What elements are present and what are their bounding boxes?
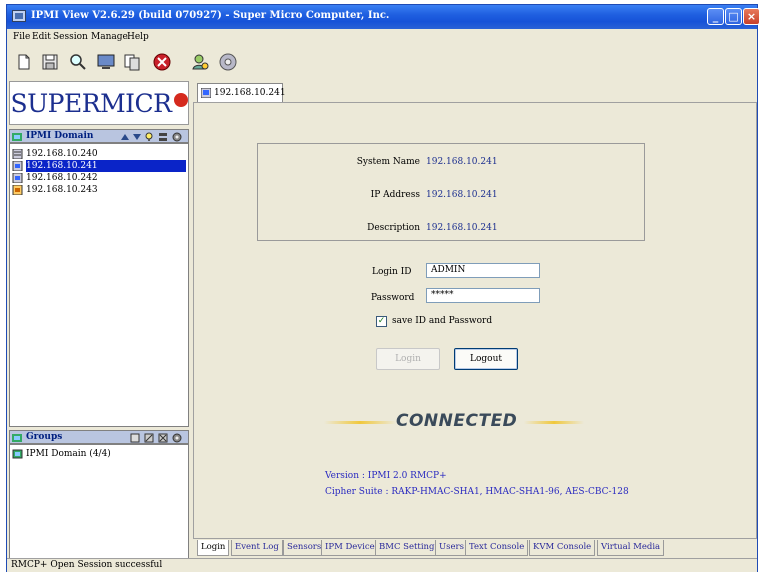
host-label: 192.168.10.242 — [26, 173, 98, 183]
host-label: 192.168.10.240 — [26, 149, 98, 159]
session-tab[interactable]: 192.168.10.241 — [197, 83, 286, 102]
host-item-242[interactable]: 192.168.10.242 — [10, 172, 188, 184]
group-label: IPMI Domain (4/4) — [26, 449, 111, 459]
session-tab-icon — [201, 88, 211, 98]
search-icon[interactable] — [67, 51, 89, 73]
title-bar[interactable]: IPMI View V2.6.29 (build 070927) - Super… — [7, 5, 760, 29]
groups-label: Groups — [26, 432, 63, 442]
tab-event-log[interactable]: Event Log — [231, 540, 283, 556]
disk-icon[interactable] — [217, 51, 239, 73]
tab-ipm-device[interactable]: IPM Device — [321, 540, 379, 556]
version-text: Version : IPMI 2.0 RMCP+ — [325, 471, 447, 481]
app-window: IPMI View V2.6.29 (build 070927) - Super… — [6, 4, 760, 572]
tab-sensors[interactable]: Sensors — [283, 540, 326, 556]
tab-virtual-media[interactable]: Virtual Media — [597, 540, 665, 556]
server-warning-icon — [12, 185, 23, 195]
system-info-box: System Name 192.168.10.241 IP Address 19… — [257, 143, 645, 241]
window-title: IPMI View V2.6.29 (build 070927) - Super… — [31, 10, 390, 21]
tab-bmc-setting[interactable]: BMC Setting — [375, 540, 439, 556]
connected-line-right — [524, 421, 584, 424]
menu-session[interactable]: Session — [53, 32, 88, 42]
host-item-240[interactable]: 192.168.10.240 — [10, 148, 188, 160]
ipmi-domain-label: IPMI Domain — [26, 131, 94, 141]
close-button[interactable]: × — [743, 8, 760, 25]
edit-group-icon[interactable] — [144, 433, 154, 443]
ipmi-domain-header: IPMI Domain — [9, 129, 189, 143]
group-item[interactable]: IPMI Domain (4/4) — [10, 448, 188, 460]
add-group-icon[interactable] — [130, 433, 140, 443]
save-icon[interactable] — [39, 51, 61, 73]
session-tab-label: 192.168.10.241 — [214, 88, 286, 98]
menu-manage[interactable]: Manage — [91, 32, 128, 42]
app-icon — [12, 10, 26, 22]
monitor-icon[interactable] — [95, 51, 117, 73]
menu-bar: File Edit Session Manage Help — [7, 30, 757, 46]
new-file-icon[interactable] — [13, 51, 35, 73]
tab-users[interactable]: Users — [435, 540, 468, 556]
logo-dot — [173, 93, 188, 107]
login-button[interactable]: Login — [376, 348, 440, 370]
description-value: 192.168.10.241 — [426, 223, 498, 233]
ipmi-domain-list: 192.168.10.240 192.168.10.241 192.168.10… — [9, 143, 189, 427]
connection-status: CONNECTED — [324, 411, 584, 433]
server-icon — [12, 173, 23, 183]
menu-help[interactable]: Help — [127, 32, 149, 42]
password-field[interactable]: ***** — [426, 288, 540, 303]
server-icon — [12, 149, 23, 159]
bulb-icon[interactable] — [144, 132, 154, 142]
stop-icon[interactable] — [151, 51, 173, 73]
groups-icon — [12, 434, 22, 442]
menu-file[interactable]: File — [13, 32, 30, 42]
user-icon[interactable] — [189, 51, 211, 73]
group-settings-icon[interactable] — [172, 433, 182, 443]
system-name-label: System Name — [356, 157, 420, 167]
network-icon[interactable] — [158, 132, 168, 142]
system-name-value: 192.168.10.241 — [426, 157, 498, 167]
move-up-icon[interactable] — [120, 132, 130, 142]
minimize-button[interactable]: _ — [707, 8, 724, 25]
copy-icon[interactable] — [121, 51, 143, 73]
status-bar: RMCP+ Open Session successful — [7, 558, 757, 572]
host-label: 192.168.10.241 — [26, 160, 186, 172]
cipher-suite-text: Cipher Suite : RAKP-HMAC-SHA1, HMAC-SHA1… — [325, 487, 629, 497]
server-connected-icon — [12, 161, 23, 171]
delete-group-icon[interactable] — [158, 433, 168, 443]
group-domain-icon — [12, 449, 23, 459]
login-id-field[interactable]: ADMIN — [426, 263, 540, 278]
move-down-icon[interactable] — [132, 132, 142, 142]
connected-text: CONNECTED — [396, 411, 518, 431]
logout-button[interactable]: Logout — [454, 348, 518, 370]
settings-icon[interactable] — [172, 132, 182, 142]
groups-header: Groups — [9, 430, 189, 444]
ip-address-value: 192.168.10.241 — [426, 190, 498, 200]
save-credentials-label: save ID and Password — [392, 316, 493, 326]
login-id-label: Login ID — [372, 267, 412, 277]
maximize-button[interactable]: □ — [725, 8, 742, 25]
tab-login[interactable]: Login — [197, 540, 230, 556]
password-label: Password — [371, 293, 415, 303]
groups-list: IPMI Domain (4/4) — [9, 444, 189, 561]
description-label: Description — [367, 223, 420, 233]
host-item-241[interactable]: 192.168.10.241 — [10, 160, 188, 172]
tab-text-console[interactable]: Text Console — [465, 540, 529, 556]
domain-icon — [12, 133, 22, 141]
save-credentials-checkbox[interactable]: ✓ — [376, 316, 387, 327]
supermicro-logo: SUPERMICR — [9, 81, 189, 125]
ip-address-label: IP Address — [370, 190, 420, 200]
toolbar — [7, 47, 757, 77]
menu-edit[interactable]: Edit — [32, 32, 51, 42]
session-content: System Name 192.168.10.241 IP Address 19… — [193, 102, 757, 539]
connected-line-left — [324, 421, 396, 424]
tab-kvm-console[interactable]: KVM Console — [529, 540, 596, 556]
logo-text: SUPERMICR — [10, 88, 172, 118]
host-label: 192.168.10.243 — [26, 185, 98, 195]
host-item-243[interactable]: 192.168.10.243 — [10, 184, 188, 196]
